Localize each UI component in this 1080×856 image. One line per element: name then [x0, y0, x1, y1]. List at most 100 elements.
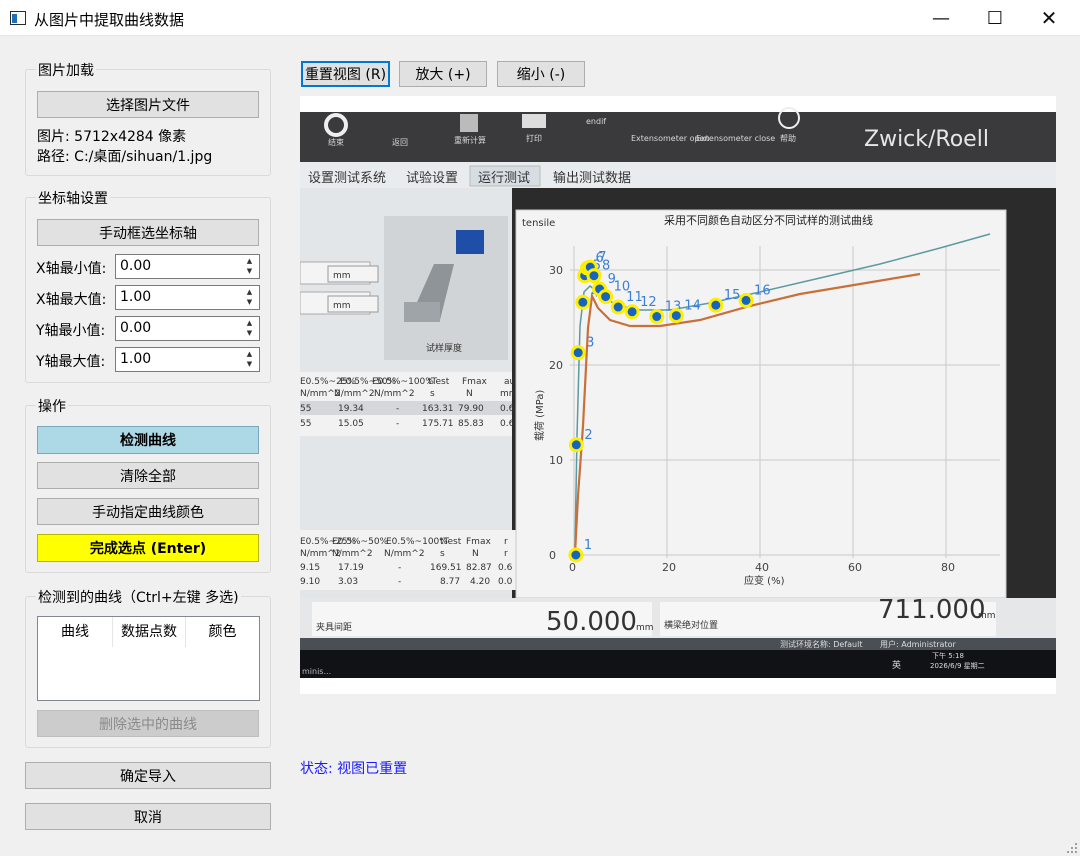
point-marker-15[interactable] — [708, 297, 724, 313]
photo-readout-right-caption: 横梁绝对位置 — [664, 619, 718, 631]
svg-text:3.03: 3.03 — [338, 577, 358, 587]
y-tick-label: 30 — [549, 264, 563, 277]
photo-toolbar-help: 帮助 — [780, 133, 796, 143]
x-max-label: X轴最大值: — [36, 292, 107, 308]
spin-up-icon[interactable]: ▲ — [241, 349, 258, 359]
svg-text:4.20: 4.20 — [470, 577, 490, 587]
svg-text:-: - — [398, 577, 401, 587]
point-marker-2[interactable] — [568, 437, 584, 453]
point-marker-13[interactable] — [649, 309, 665, 325]
resize-grip-icon[interactable] — [1066, 842, 1078, 854]
point-marker-16[interactable] — [738, 292, 754, 308]
minimize-button[interactable]: — — [916, 0, 966, 36]
y-min-value: 0.00 — [120, 320, 152, 336]
point-marker-12[interactable] — [624, 304, 640, 320]
x-max-spinbox[interactable]: 1.00 ▲ ▼ — [115, 285, 260, 310]
window-title: 从图片中提取曲线数据 — [34, 11, 185, 29]
spin-down-icon[interactable]: ▼ — [241, 266, 258, 276]
close-button[interactable]: ✕ — [1024, 0, 1074, 36]
operations-group-title: 操作 — [36, 396, 68, 416]
spin-up-icon[interactable]: ▲ — [241, 318, 258, 328]
x-min-label: X轴最小值: — [36, 261, 107, 277]
y-tick-label: 20 — [549, 359, 563, 372]
x-tick-label: 0 — [569, 561, 576, 574]
photo-toolbar-print: 打印 — [526, 133, 542, 143]
svg-text:175.71: 175.71 — [422, 419, 454, 429]
column-header-color[interactable]: 颜色 — [186, 617, 259, 647]
svg-text:163.31: 163.31 — [422, 404, 454, 414]
spin-up-icon[interactable]: ▲ — [241, 256, 258, 266]
spin-down-icon[interactable]: ▼ — [241, 328, 258, 338]
zoom-out-button[interactable]: 缩小 (-) — [497, 61, 585, 87]
image-load-group-title: 图片加载 — [36, 60, 96, 80]
svg-text:E0.5%~100%: E0.5%~100% — [386, 537, 448, 547]
photo-readout-left-unit: mm — [636, 623, 654, 633]
y-max-spinbox[interactable]: 1.00 ▲ ▼ — [115, 347, 260, 372]
y-tick-label: 0 — [549, 549, 556, 562]
point-marker-1[interactable] — [568, 547, 584, 563]
svg-text:N/mm^2: N/mm^2 — [374, 389, 415, 399]
photo-tab-output: 输出测试数据 — [553, 170, 631, 186]
spin-up-icon[interactable]: ▲ — [241, 287, 258, 297]
svg-text:15.05: 15.05 — [338, 419, 364, 429]
confirm-import-button[interactable]: 确定导入 — [25, 762, 271, 789]
svg-text:169.51: 169.51 — [430, 563, 462, 573]
photo-taskbar-left: minis... — [302, 667, 331, 676]
svg-text:9.15: 9.15 — [300, 563, 320, 573]
y-min-label: Y轴最小值: — [36, 323, 106, 339]
curves-table[interactable]: 曲线 数据点数 颜色 — [37, 616, 260, 701]
point-marker-11[interactable] — [610, 299, 626, 315]
column-header-point-count[interactable]: 数据点数 — [113, 617, 186, 647]
photo-brand: Zwick/Roell — [864, 127, 989, 152]
column-header-curve[interactable]: 曲线 — [38, 617, 113, 647]
clear-all-button[interactable]: 清除全部 — [37, 462, 259, 489]
x-tick-label: 20 — [662, 561, 676, 574]
reset-view-button[interactable]: 重置视图 (R) — [301, 61, 390, 87]
y-tick-label: 10 — [549, 454, 563, 467]
x-min-spinbox[interactable]: 0.00 ▲ ▼ — [115, 254, 260, 279]
svg-text:E0.5%~100%: E0.5%~100% — [372, 377, 434, 387]
svg-text:N: N — [466, 389, 473, 399]
point-marker-8[interactable] — [586, 268, 602, 284]
detect-curves-button[interactable]: 检测曲线 — [37, 426, 259, 454]
photo-tab-run: 运行测试 — [478, 171, 530, 186]
svg-text:17.19: 17.19 — [338, 563, 364, 573]
title-bar: 从图片中提取曲线数据 — ☐ ✕ — [0, 0, 1080, 36]
svg-text:-: - — [396, 419, 399, 429]
select-image-button[interactable]: 选择图片文件 — [37, 91, 259, 118]
zoom-in-button[interactable]: 放大 (+) — [399, 61, 487, 87]
image-path-text: 路径: C:/桌面/sihuan/1.jpg — [37, 149, 213, 165]
photo-env-text: 测试环境名称: Default — [780, 639, 862, 649]
point-marker-10[interactable] — [598, 289, 614, 305]
point-marker-3[interactable] — [570, 345, 586, 361]
select-axis-button[interactable]: 手动框选坐标轴 — [37, 219, 259, 246]
svg-text:0.0: 0.0 — [498, 577, 513, 587]
photo-chart-tag: tensile — [522, 218, 555, 229]
x-tick-label: 80 — [941, 561, 955, 574]
point-marker-14[interactable] — [668, 308, 684, 324]
spin-down-icon[interactable]: ▼ — [241, 359, 258, 369]
manual-color-button[interactable]: 手动指定曲线颜色 — [37, 498, 259, 525]
point-label-1: 1 — [584, 538, 592, 553]
photo-view[interactable]: 结束 返回 重新计算 打印 endif Extensometer open Ex… — [300, 96, 1056, 694]
photo-unit-mm-1: mm — [333, 271, 351, 281]
y-min-spinbox[interactable]: 0.00 ▲ ▼ — [115, 316, 260, 341]
photo-readout-left-caption: 夹具间距 — [316, 621, 352, 633]
svg-text:s: s — [440, 549, 445, 559]
svg-text:55: 55 — [300, 419, 311, 429]
point-marker-4[interactable] — [575, 294, 591, 310]
photo-readout-left: 50.000 — [546, 607, 637, 637]
spin-down-icon[interactable]: ▼ — [241, 297, 258, 307]
svg-text:mm: mm — [500, 389, 518, 399]
status-text: 状态: 视图已重置 — [300, 761, 408, 777]
cancel-button[interactable]: 取消 — [25, 803, 271, 830]
delete-curve-button[interactable]: 删除选中的曲线 — [37, 710, 259, 737]
svg-text:N/mm^2: N/mm^2 — [332, 549, 373, 559]
finish-points-button[interactable]: 完成选点 (Enter) — [37, 534, 259, 562]
image-size-text: 图片: 5712x4284 像素 — [37, 129, 187, 145]
y-max-label: Y轴最大值: — [36, 354, 106, 370]
maximize-button[interactable]: ☐ — [970, 0, 1020, 36]
svg-text:19.34: 19.34 — [338, 404, 364, 414]
svg-text:E0.5%~50%: E0.5%~50% — [332, 537, 389, 547]
image-canvas[interactable]: 结束 返回 重新计算 打印 endif Extensometer open Ex… — [300, 96, 1056, 694]
